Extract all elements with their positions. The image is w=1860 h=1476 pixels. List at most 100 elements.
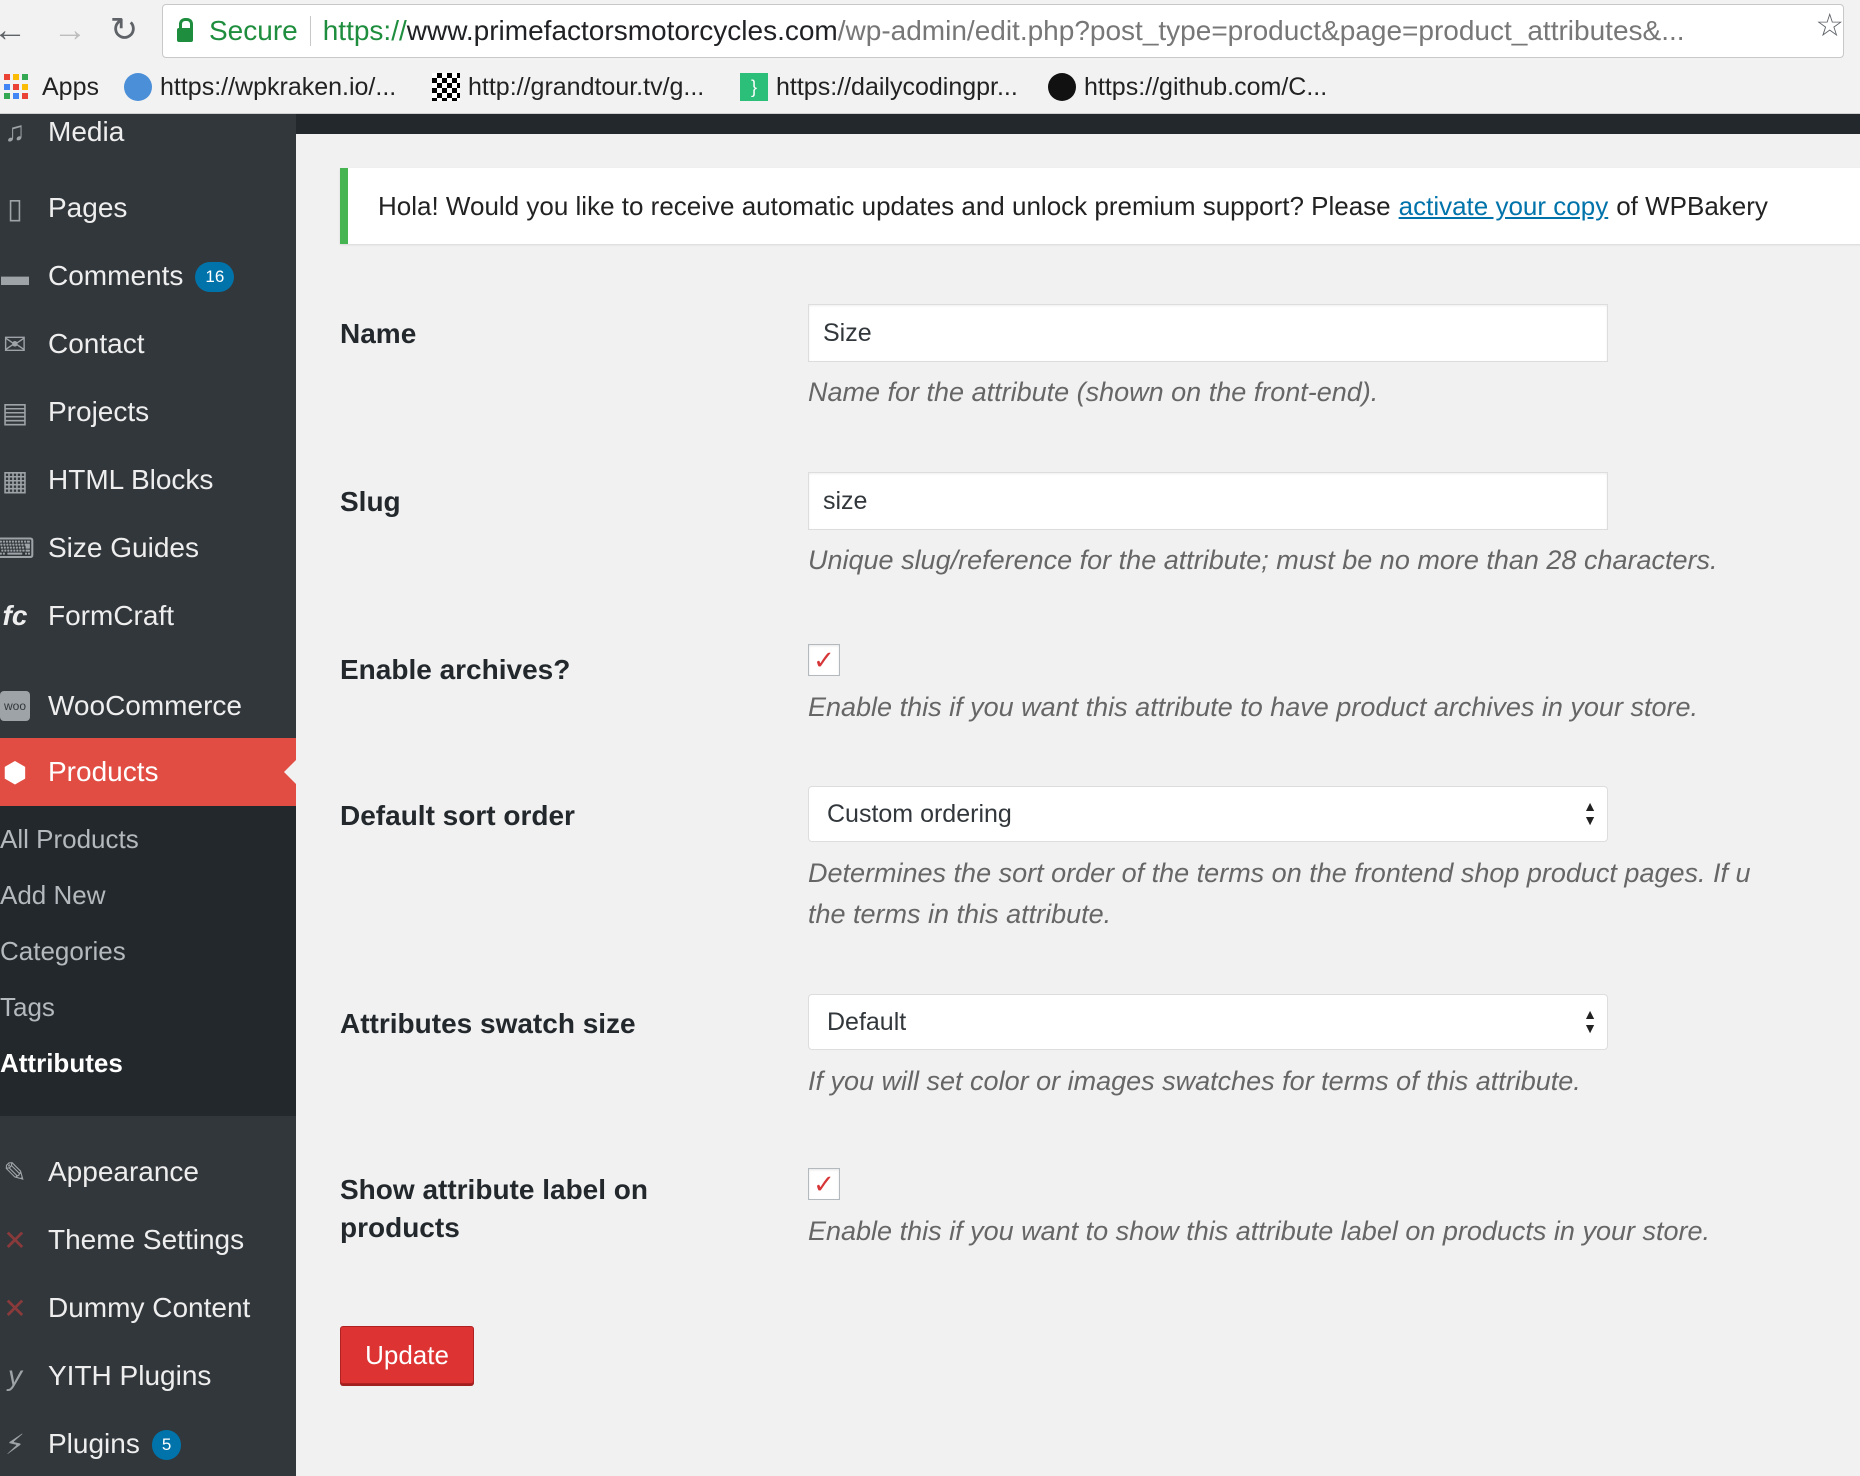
sort-order-label: Default sort order	[340, 800, 575, 831]
enable-archives-label: Enable archives?	[340, 654, 571, 685]
menu-label: Size Guides	[48, 532, 199, 563]
submenu-tags[interactable]: Tags	[0, 992, 55, 1023]
menu-label: Projects	[48, 396, 150, 427]
address-bar[interactable]: Secure https:// www.primefactorsmotorcyc…	[162, 4, 1844, 58]
menu-appearance[interactable]: ✎ Appearance	[0, 1138, 296, 1206]
activate-copy-link[interactable]: activate your copy	[1399, 191, 1609, 222]
sort-order-description-cont: the terms in this attribute.	[808, 899, 1112, 929]
menu-label: Media	[48, 116, 125, 147]
formcraft-icon: fc	[2, 600, 28, 631]
menu-label: WooCommerce	[48, 690, 242, 721]
reload-icon[interactable]: ↻	[102, 8, 146, 52]
menu-comments[interactable]: ▬ Comments 16	[0, 242, 296, 310]
url-scheme: https://	[322, 15, 407, 46]
menu-html-blocks[interactable]: ▦ HTML Blocks	[0, 446, 296, 514]
bookmark-github[interactable]: https://github.com/C...	[1048, 70, 1327, 104]
menu-contact[interactable]: ✉ Contact	[0, 310, 296, 378]
enable-archives-description: Enable this if you want this attribute t…	[808, 692, 1698, 722]
slug-description: Unique slug/reference for the attribute;…	[808, 545, 1718, 575]
swatch-size-label: Attributes swatch size	[340, 1008, 636, 1039]
menu-label: Theme Settings	[48, 1224, 245, 1255]
name-description: Name for the attribute (shown on the fro…	[808, 377, 1379, 407]
swatch-size-select[interactable]: Default ▲ ▼	[808, 994, 1608, 1050]
menu-media[interactable]: ♫ Media	[0, 114, 296, 166]
products-submenu: All Products Add New Categories Tags Att…	[0, 806, 296, 1116]
menu-label: YITH Plugins	[48, 1360, 212, 1391]
show-label-checkbox[interactable]: ✓	[808, 1168, 840, 1200]
checkered-flag-favicon-icon	[432, 73, 460, 101]
menu-woocommerce[interactable]: woo WooCommerce	[0, 672, 296, 740]
menu-pages[interactable]: ▯ Pages	[0, 174, 296, 242]
menu-label: Contact	[48, 328, 145, 359]
bookmark-label: https://wpkraken.io/...	[160, 72, 397, 101]
back-arrow-icon[interactable]: ←	[0, 8, 32, 52]
yith-icon: y	[8, 1360, 22, 1391]
menu-plugins[interactable]: ⚡ Plugins 5	[0, 1410, 296, 1476]
menu-yith-plugins[interactable]: y YITH Plugins	[0, 1342, 296, 1410]
bookmark-star-icon[interactable]: ☆	[1815, 6, 1844, 44]
show-label-label: Show attribute label on products	[340, 1171, 648, 1247]
wpkraken-favicon-icon	[124, 73, 152, 101]
notice-text-after: of WPBakery	[1616, 190, 1768, 221]
forward-arrow-icon[interactable]: →	[48, 8, 92, 52]
select-arrows-icon: ▲ ▼	[1583, 1006, 1597, 1036]
submenu-attributes[interactable]: Attributes	[0, 1048, 123, 1079]
pages-icon: ▯	[7, 192, 23, 224]
lock-icon	[177, 18, 193, 42]
submenu-add-new[interactable]: Add New	[0, 880, 106, 911]
menu-label-text: Plugins	[48, 1427, 140, 1459]
update-button[interactable]: Update	[340, 1326, 474, 1384]
menu-label: HTML Blocks	[48, 464, 214, 495]
slug-input[interactable]: size	[808, 472, 1608, 530]
plugins-count-badge: 5	[151, 1430, 182, 1461]
github-favicon-icon	[1048, 73, 1076, 101]
admin-sidebar: ♫ Media ▯ Pages ▬ Comments 16 ✉ Contact ▤…	[0, 114, 296, 1476]
show-label-line1: Show attribute label on	[340, 1174, 649, 1205]
media-icon: ♫	[4, 116, 26, 147]
dummy-content-icon: ✕	[3, 1292, 27, 1324]
secure-label: Secure	[209, 15, 298, 46]
comments-count-badge: 16	[195, 262, 235, 293]
sort-order-select[interactable]: Custom ordering ▲ ▼	[808, 786, 1608, 842]
enable-archives-checkbox[interactable]: ✓	[808, 644, 840, 676]
plug-icon: ⚡	[5, 1428, 25, 1460]
select-arrows-icon: ▲ ▼	[1583, 798, 1597, 828]
menu-label: Products	[48, 756, 159, 787]
envelope-icon: ✉	[3, 328, 27, 360]
notice-text-before: Hola! Would you like to receive automati…	[378, 190, 1391, 221]
paintbrush-icon: ✎	[3, 1156, 27, 1188]
woocommerce-icon: woo	[0, 691, 30, 721]
url-path: /wp-admin/edit.php?post_type=product&pag…	[837, 15, 1685, 46]
menu-theme-settings[interactable]: ✕ Theme Settings	[0, 1206, 296, 1274]
checkmark-icon: ✓	[813, 644, 835, 675]
menu-dummy-content[interactable]: ✕ Dummy Content	[0, 1274, 296, 1342]
bookmarks-bar: Apps https://wpkraken.io/... http://gran…	[0, 62, 1860, 114]
swatch-size-value: Default	[827, 1007, 907, 1036]
menu-size-guides[interactable]: ⌨ Size Guides	[0, 514, 296, 582]
submenu-categories[interactable]: Categories	[0, 936, 126, 967]
theme-settings-icon: ✕	[3, 1224, 27, 1256]
swatch-size-description: If you will set color or images swatches…	[808, 1066, 1581, 1096]
menu-label: Dummy Content	[48, 1292, 251, 1323]
bookmark-label: http://grandtour.tv/g...	[468, 72, 705, 101]
bookmark-wpkraken[interactable]: https://wpkraken.io/...	[124, 70, 396, 104]
bookmark-grandtour[interactable]: http://grandtour.tv/g...	[432, 70, 704, 104]
checkmark-icon: ✓	[813, 1168, 835, 1199]
bookmark-label: Apps	[42, 72, 99, 101]
url-host: www.primefactorsmotorcycles.com	[406, 15, 838, 46]
menu-label: Pages	[48, 192, 128, 223]
apps-grid-icon	[4, 74, 30, 100]
menu-label: FormCraft	[48, 600, 174, 631]
bookmark-apps[interactable]: Apps	[4, 70, 99, 104]
menu-formcraft[interactable]: fc FormCraft	[0, 582, 296, 650]
menu-products[interactable]: ⬢ Products	[0, 738, 296, 806]
name-input[interactable]: Size	[808, 304, 1608, 362]
menu-projects[interactable]: ▤ Projects	[0, 378, 296, 446]
submenu-all-products[interactable]: All Products	[0, 824, 139, 855]
menu-label: Comments 16	[48, 260, 235, 293]
slug-label: Slug	[340, 486, 401, 517]
bookmark-dailycoding[interactable]: } https://dailycodingpr...	[740, 70, 1018, 104]
browser-toolbar: ← → ↻ Secure https:// www.primefactorsmo…	[0, 0, 1860, 62]
show-label-description: Enable this if you want to show this att…	[808, 1216, 1710, 1246]
menu-label: Appearance	[48, 1156, 200, 1187]
